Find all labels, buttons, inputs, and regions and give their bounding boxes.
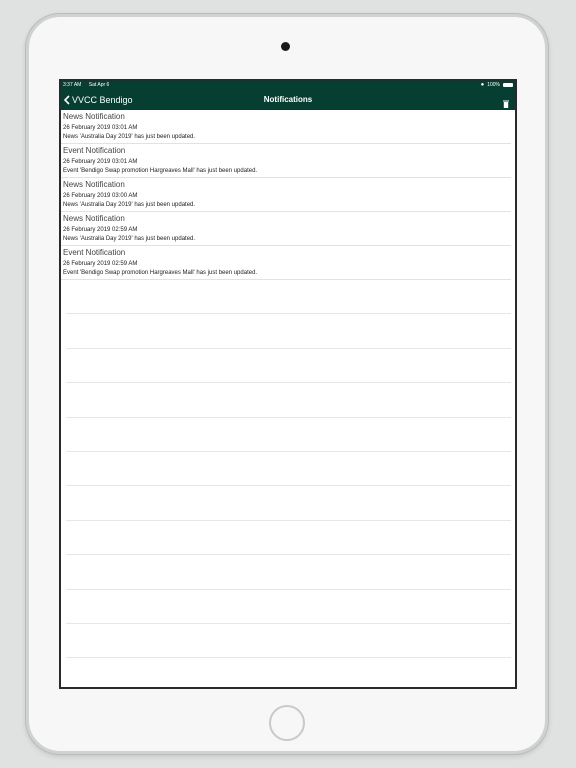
status-bar: 3:37 AM Sat Apr 6 ● 100%: [61, 81, 515, 89]
notification-message: News 'Australia Day 2019' has just been …: [63, 202, 196, 208]
notification-message: Event 'Bendigo Swap promotion Hargreaves…: [63, 168, 258, 174]
notification-message: News 'Australia Day 2019' has just been …: [63, 236, 196, 242]
empty-row: [66, 452, 511, 487]
notification-message: Event 'Bendigo Swap promotion Hargreaves…: [63, 270, 258, 276]
notification-title: News Notification: [63, 112, 125, 121]
empty-row: [66, 314, 511, 349]
camera: [281, 42, 290, 51]
empty-row: [66, 383, 511, 418]
status-time: 3:37 AM: [63, 82, 82, 88]
empty-row: [66, 521, 511, 556]
home-button[interactable]: [269, 705, 305, 741]
navigation-bar: VVCC Bendigo Notifications: [61, 89, 515, 110]
empty-row: [66, 349, 511, 384]
trash-button[interactable]: [503, 95, 509, 113]
notification-date: 26 February 2019 02:59 AM: [63, 227, 138, 233]
app-screen: 3:37 AM Sat Apr 6 ● 100% VVCC Bendigo No…: [59, 79, 517, 689]
empty-row: [66, 486, 511, 521]
list-item[interactable]: News Notification 26 February 2019 02:59…: [61, 212, 511, 246]
list-item[interactable]: Event Notification 26 February 2019 02:5…: [61, 246, 511, 280]
notification-date: 26 February 2019 02:59 AM: [63, 261, 138, 267]
empty-row: [66, 624, 511, 659]
battery-percent: 100%: [487, 82, 500, 88]
notification-date: 26 February 2019 03:01 AM: [63, 159, 138, 165]
wifi-icon: ●: [480, 82, 485, 88]
chevron-left-icon: [64, 94, 70, 105]
empty-row: [66, 418, 511, 452]
notification-list: News Notification 26 February 2019 03:01…: [61, 110, 515, 659]
notification-title: Event Notification: [63, 248, 126, 257]
empty-row: [66, 280, 511, 315]
battery-icon: [503, 83, 513, 87]
notification-title: News Notification: [63, 214, 125, 223]
notification-title: News Notification: [63, 180, 125, 189]
notification-message: News 'Australia Day 2019' has just been …: [63, 134, 196, 140]
list-item[interactable]: News Notification 26 February 2019 03:00…: [61, 178, 511, 212]
trash-icon: [503, 100, 509, 108]
status-date: Sat Apr 6: [88, 82, 110, 88]
back-button-label: VVCC Bendigo: [72, 94, 133, 105]
empty-row: [66, 555, 511, 590]
notification-title: Event Notification: [63, 146, 126, 155]
empty-row: [66, 590, 511, 624]
notification-date: 26 February 2019 03:00 AM: [63, 193, 138, 199]
back-button[interactable]: VVCC Bendigo: [61, 95, 133, 105]
list-item[interactable]: Event Notification 26 February 2019 03:0…: [61, 144, 511, 178]
list-item[interactable]: News Notification 26 February 2019 03:01…: [61, 110, 511, 144]
notification-date: 26 February 2019 03:01 AM: [63, 125, 138, 131]
